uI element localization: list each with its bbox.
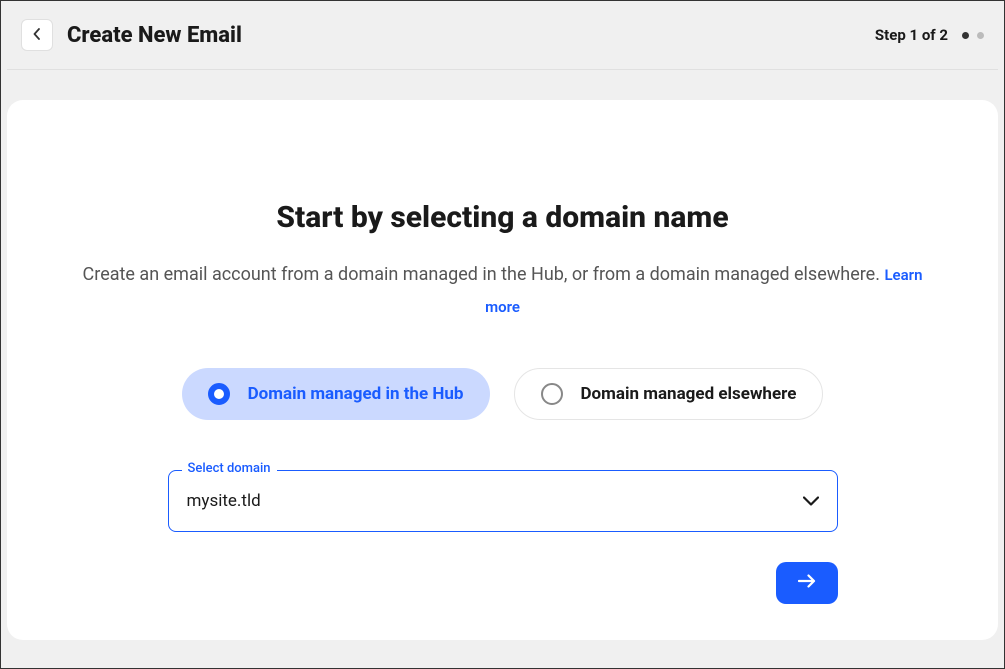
domain-radio-group: Domain managed in the Hub Domain managed…	[67, 368, 938, 420]
header-right: Step 1 of 2	[875, 26, 984, 44]
select-value: mysite.tld	[187, 491, 261, 511]
page-title: Create New Email	[67, 23, 242, 48]
step-dot-inactive	[977, 32, 984, 39]
chevron-left-icon	[33, 28, 41, 43]
select-domain-dropdown[interactable]: mysite.tld	[168, 470, 838, 532]
main-heading: Start by selecting a domain name	[67, 200, 938, 235]
radio-circle-selected-icon	[208, 383, 230, 405]
back-button[interactable]	[21, 19, 53, 51]
step-indicator: Step 1 of 2	[875, 26, 948, 44]
action-row	[168, 562, 838, 604]
description-text: Create an email account from a domain ma…	[83, 264, 885, 285]
select-domain-wrapper: Select domain mysite.tld	[168, 470, 838, 532]
step-dots	[962, 32, 984, 39]
header-left: Create New Email	[21, 19, 242, 51]
radio-option-elsewhere[interactable]: Domain managed elsewhere	[514, 368, 824, 420]
step-dot-active	[962, 32, 969, 39]
page-header: Create New Email Step 1 of 2	[1, 1, 1004, 69]
radio-label-hub: Domain managed in the Hub	[248, 384, 464, 404]
radio-option-hub[interactable]: Domain managed in the Hub	[182, 368, 490, 420]
chevron-down-icon	[803, 491, 819, 510]
main-card: Start by selecting a domain name Create …	[7, 100, 998, 640]
arrow-right-icon	[798, 574, 816, 591]
next-button[interactable]	[776, 562, 838, 604]
sub-text: Create an email account from a domain ma…	[67, 259, 938, 324]
radio-label-elsewhere: Domain managed elsewhere	[581, 384, 797, 404]
content-area: Start by selecting a domain name Create …	[1, 70, 1004, 646]
radio-circle-unselected-icon	[541, 383, 563, 405]
select-label: Select domain	[182, 461, 277, 476]
